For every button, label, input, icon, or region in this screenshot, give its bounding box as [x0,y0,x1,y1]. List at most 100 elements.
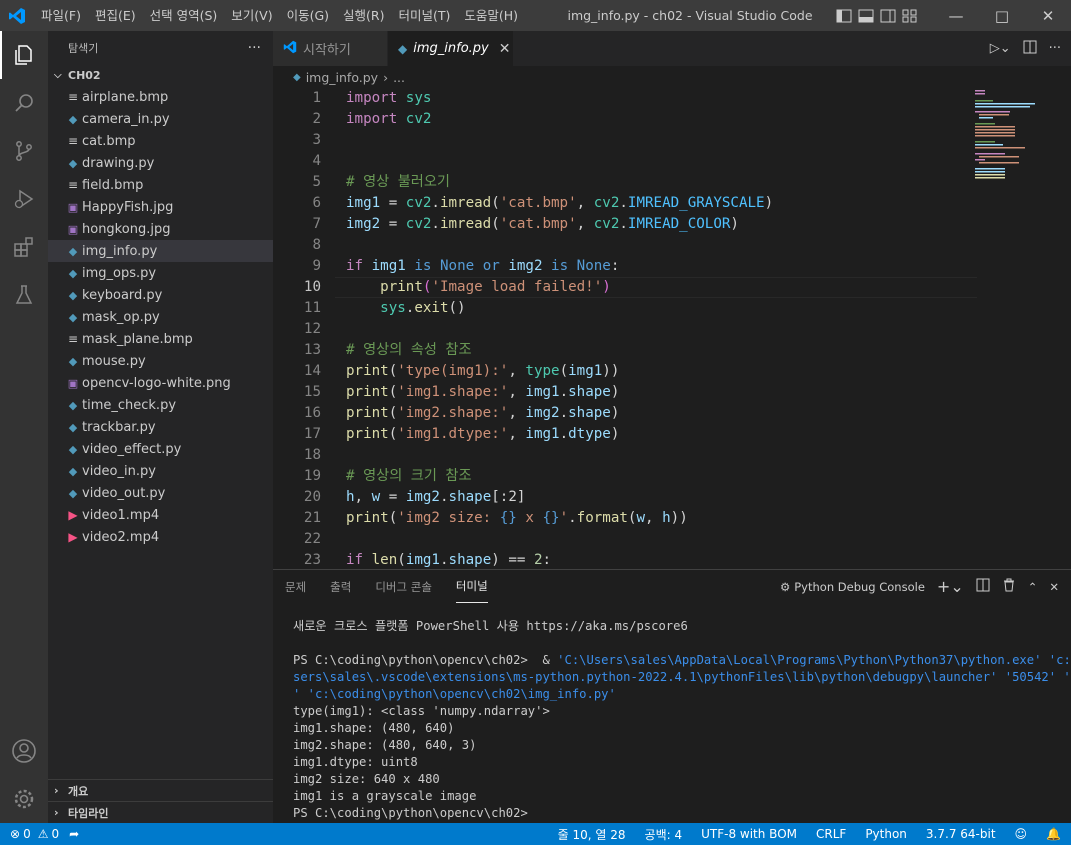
line-content: if img1 is None or img2 is None: [321,256,619,277]
file-item[interactable]: ◆ mouse.py [48,350,273,372]
menu-help[interactable]: 도움말(H) [457,0,525,31]
problems-status[interactable]: ⊗ 0 ⚠ 0 [10,827,59,841]
file-item[interactable]: ▣ opencv-logo-white.png [48,372,273,394]
minimap[interactable] [975,88,1057,188]
code-line: 16 print('img2.shape:', img2.shape) [273,403,1071,424]
tab-output[interactable]: 출력 [330,571,351,603]
encoding[interactable]: UTF-8 with BOM [701,827,797,841]
file-item[interactable]: ◆ img_info.py [48,240,273,262]
breadcrumb-file[interactable]: img_info.py [306,70,378,85]
run-debug-icon[interactable] [0,175,48,223]
notifications-bell-icon[interactable]: 🔔 [1046,827,1061,841]
search-icon[interactable] [0,79,48,127]
live-share-icon[interactable]: ➦ [69,827,79,841]
file-item[interactable]: ◆ video_out.py [48,482,273,504]
accounts-icon[interactable] [0,727,48,775]
file-item[interactable]: ≡ mask_plane.bmp [48,328,273,350]
tab-img-info[interactable]: ◆ img_info.py ✕ [388,31,514,66]
file-item[interactable]: ◆ video_in.py [48,460,273,482]
trash-icon[interactable] [1002,578,1016,595]
maximize-icon[interactable]: □ [979,0,1025,31]
file-item[interactable]: ≡ airplane.bmp [48,86,273,108]
tab-problems[interactable]: 문제 [285,571,306,603]
file-name: video_out.py [82,485,166,501]
feedback-icon[interactable]: ☺ [1015,827,1028,841]
python-file-icon: ◆ [68,442,78,456]
menu-terminal[interactable]: 터미널(T) [392,0,458,31]
explorer-icon[interactable] [0,31,48,79]
menu-go[interactable]: 이동(G) [280,0,336,31]
window-title: img_info.py - ch02 - Visual Studio Code [567,8,813,23]
file-name: cat.bmp [82,133,136,149]
menu-view[interactable]: 보기(V) [224,0,279,31]
file-item[interactable]: ◆ mask_op.py [48,306,273,328]
file-item[interactable]: ▣ hongkong.jpg [48,218,273,240]
code-token: ( [388,510,398,526]
menu-file[interactable]: 파일(F) [34,0,88,31]
menu-run[interactable]: 실행(R) [336,0,391,31]
cursor-position[interactable]: 줄 10, 열 28 [558,826,626,843]
menu-edit[interactable]: 편집(E) [88,0,143,31]
new-terminal-icon[interactable]: +⌄ [937,577,964,596]
outline-section[interactable]: › 개요 [48,779,273,801]
code-editor[interactable]: 1 import sys 2 import cv2 3 4 5 # 영상 불러오기 6 img1 … [273,88,1071,569]
customize-layout-icon[interactable] [902,9,918,23]
line-ending[interactable]: CRLF [816,827,846,841]
indentation[interactable]: 공백: 4 [645,826,683,843]
folder-ch02[interactable]: ⌵ CH02 [48,64,273,86]
code-token: ( [397,552,406,568]
file-name: video1.mp4 [82,507,160,523]
code-token: . [439,489,449,505]
toggle-sidebar-icon[interactable] [836,9,852,23]
file-item[interactable]: ◆ keyboard.py [48,284,273,306]
split-editor-icon[interactable] [1023,40,1037,58]
source-control-icon[interactable] [0,127,48,175]
breadcrumb-rest[interactable]: ... [393,70,405,85]
file-item[interactable]: ▣ HappyFish.jpg [48,196,273,218]
tab-debug-console[interactable]: 디버그 콘솔 [375,571,432,603]
more-actions-icon[interactable]: ··· [1049,41,1061,56]
file-item[interactable]: ≡ cat.bmp [48,130,273,152]
language-mode[interactable]: Python [865,827,907,841]
file-item[interactable]: ◆ time_check.py [48,394,273,416]
file-item[interactable]: ▶ video2.mp4 [48,526,273,548]
explorer-more-button[interactable]: ··· [248,40,261,56]
close-icon[interactable]: ✕ [1025,0,1071,31]
file-item[interactable]: ◆ drawing.py [48,152,273,174]
file-item[interactable]: ▶ video1.mp4 [48,504,273,526]
python-interpreter[interactable]: 3.7.7 64-bit [926,827,996,841]
python-file-icon: ◆ [293,71,301,83]
debug-terminal-select[interactable]: ⚙ Python Debug Console [780,580,925,594]
toggle-panel-icon[interactable] [858,9,874,23]
tab-terminal[interactable]: 터미널 [455,570,488,603]
manage-gear-icon[interactable] [0,775,48,823]
tab-welcome[interactable]: 시작하기 [273,31,388,66]
maximize-panel-icon[interactable]: ⌃ [1028,580,1038,594]
terminal-line: 새로운 크로스 플랫폼 PowerShell 사용 https://aka.ms… [293,619,688,633]
line-content: img2 = cv2.imread('cat.bmp', cv2.IMREAD_… [321,214,739,235]
split-terminal-icon[interactable] [976,578,990,595]
code-token: sys [380,300,406,316]
file-item[interactable]: ◆ img_ops.py [48,262,273,284]
file-item[interactable]: ≡ field.bmp [48,174,273,196]
code-token: . [431,195,440,211]
tab-welcome-label: 시작하기 [303,43,351,58]
extensions-icon[interactable] [0,223,48,271]
code-token: x [516,510,543,526]
minimize-icon[interactable]: — [933,0,979,31]
file-item[interactable]: ◆ video_effect.py [48,438,273,460]
code-token: ) == [491,552,534,568]
toggle-secondary-sidebar-icon[interactable] [880,9,896,23]
close-tab-icon[interactable]: ✕ [499,41,511,57]
close-panel-icon[interactable]: ✕ [1049,580,1059,594]
code-token: ( [388,363,398,379]
menu-selection[interactable]: 선택 영역(S) [143,0,225,31]
file-item[interactable]: ◆ camera_in.py [48,108,273,130]
code-line: 4 [273,151,1071,172]
terminal-output[interactable]: 새로운 크로스 플랫폼 PowerShell 사용 https://aka.ms… [293,618,1071,822]
testing-icon[interactable] [0,271,48,319]
timeline-section[interactable]: › 타임라인 [48,801,273,823]
run-file-icon[interactable]: ▷⌄ [990,41,1011,56]
file-item[interactable]: ◆ trackbar.py [48,416,273,438]
editor-tabs: 시작하기 ◆ img_info.py ✕ ▷⌄ ··· [273,31,1071,66]
